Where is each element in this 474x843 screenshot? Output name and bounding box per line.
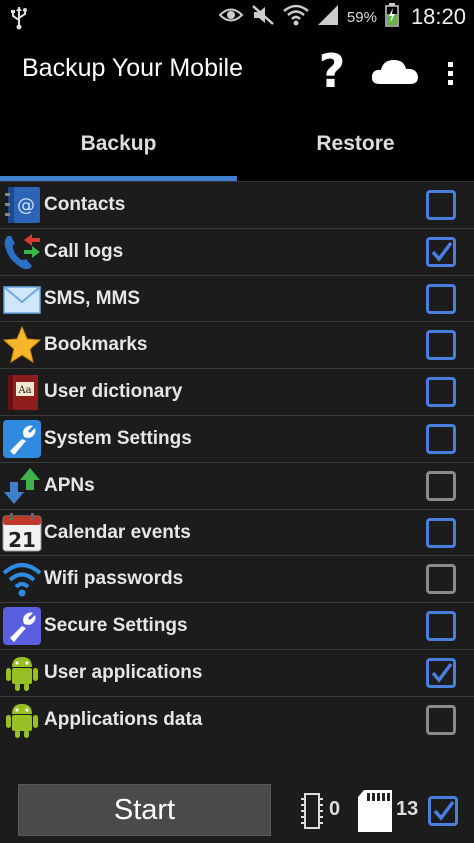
- list-item-call-logs[interactable]: Call logs: [0, 229, 474, 276]
- list-item-user-dictionary[interactable]: Aa User dictionary: [0, 369, 474, 416]
- item-label: User applications: [44, 662, 203, 683]
- list-item-wifi-passwords[interactable]: Wifi passwords: [0, 556, 474, 604]
- clock: 18:20: [410, 4, 466, 29]
- list-item-bookmarks[interactable]: Bookmarks: [0, 322, 474, 370]
- wrench-icon: [2, 419, 42, 459]
- envelope-icon: [2, 279, 42, 319]
- checkbox[interactable]: [426, 424, 456, 454]
- checkbox[interactable]: [426, 611, 456, 642]
- checkbox[interactable]: [426, 190, 456, 220]
- checkbox[interactable]: [426, 564, 456, 595]
- app-title: Backup Your Mobile: [22, 54, 243, 82]
- list-item-secure-settings[interactable]: Secure Settings: [0, 603, 474, 650]
- item-label: Calendar events: [44, 521, 191, 543]
- star-icon: [2, 325, 42, 365]
- tab-backup[interactable]: Backup: [0, 106, 237, 182]
- item-label: Secure Settings: [44, 615, 188, 637]
- checkbox[interactable]: [426, 283, 456, 314]
- overflow-menu-icon[interactable]: [440, 56, 460, 90]
- wifi-icon: [283, 4, 309, 30]
- action-bar: Backup Your Mobile ?: [0, 34, 474, 106]
- signal-icon: [317, 4, 339, 30]
- checkbox[interactable]: [426, 377, 456, 408]
- apn-arrows-icon: [2, 466, 42, 506]
- wrench-icon: [2, 606, 42, 646]
- call-log-icon: [2, 232, 42, 272]
- item-label: System Settings: [44, 428, 192, 449]
- list-item-system-settings[interactable]: System Settings: [0, 416, 474, 463]
- item-label: Applications data: [44, 708, 203, 730]
- item-label: Call logs: [44, 240, 124, 262]
- list-item-contacts[interactable]: @ Contacts: [0, 182, 474, 229]
- contacts-book-icon: @: [2, 185, 42, 225]
- checkbox[interactable]: [426, 658, 456, 688]
- status-icons: 59% 18:20: [218, 3, 466, 31]
- item-label: User dictionary: [44, 381, 183, 403]
- checkbox[interactable]: [426, 236, 456, 267]
- item-label: Bookmarks: [44, 334, 148, 356]
- bottom-bar: Start 0 13: [0, 742, 474, 843]
- mute-icon: [251, 4, 275, 30]
- checkbox[interactable]: [426, 330, 456, 361]
- sd-count: 13: [396, 798, 419, 820]
- help-icon[interactable]: ?: [312, 44, 352, 98]
- item-label: SMS, MMS: [44, 287, 141, 309]
- android-icon: [2, 700, 42, 740]
- list-item-calendar-events[interactable]: 21 Calendar events: [0, 510, 474, 557]
- memory-count: 0: [329, 798, 341, 820]
- item-label: APNs: [44, 474, 95, 496]
- svg-text:@: @: [17, 195, 35, 216]
- checkbox[interactable]: [426, 470, 456, 501]
- wifi-icon: [2, 559, 42, 599]
- usb-icon: [10, 6, 28, 34]
- dictionary-icon: Aa: [2, 372, 42, 412]
- checkbox[interactable]: [426, 704, 456, 735]
- list-item-user-applications[interactable]: User applications: [0, 650, 474, 697]
- android-icon: [2, 653, 42, 693]
- list-item-applications-data[interactable]: Applications data: [0, 697, 474, 744]
- list-item-apns[interactable]: APNs: [0, 463, 474, 510]
- backup-item-list: @ Contacts Call logs SMS, MMS Bookmarks …: [0, 182, 474, 744]
- sd-card-icon: [356, 789, 394, 833]
- start-button[interactable]: Start: [18, 784, 271, 836]
- item-label: Wifi passwords: [44, 568, 184, 590]
- checkbox[interactable]: [426, 517, 456, 548]
- list-item-sms-mms[interactable]: SMS, MMS: [0, 276, 474, 323]
- calendar-icon: 21: [2, 512, 42, 553]
- svg-text:Aa: Aa: [17, 385, 31, 396]
- memory-chip-icon: [300, 792, 324, 830]
- svg-text:21: 21: [8, 528, 36, 552]
- status-bar: 59% 18:20: [0, 0, 474, 34]
- sd-checkbox[interactable]: [428, 796, 458, 826]
- cloud-icon[interactable]: [370, 56, 420, 88]
- battery-icon: [385, 3, 399, 31]
- eye-icon: [218, 7, 244, 27]
- tab-restore[interactable]: Restore: [237, 106, 474, 182]
- tab-bar: Backup Restore: [0, 106, 474, 182]
- battery-percent: 59%: [346, 8, 377, 26]
- item-label: Contacts: [44, 194, 126, 215]
